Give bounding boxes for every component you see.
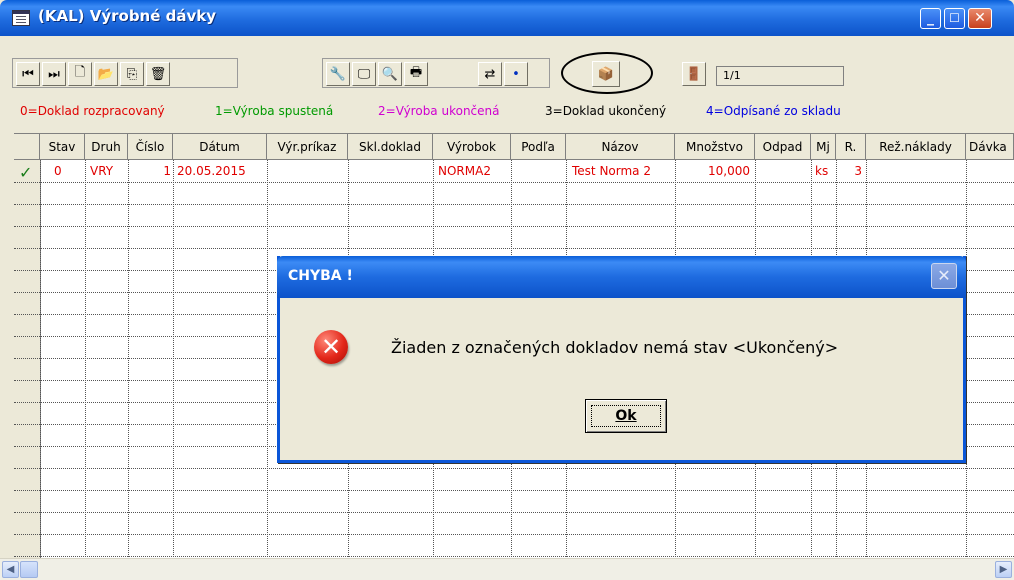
grid-hline: [14, 556, 1014, 557]
column-header[interactable]: R.: [836, 134, 866, 160]
grid-vline: [173, 160, 174, 559]
grid-vline: [267, 160, 268, 559]
first-record-button[interactable]: ⏮: [16, 62, 40, 86]
transfer-button[interactable]: ⇄: [478, 62, 502, 86]
focus-rect: [591, 405, 661, 427]
maximize-button[interactable]: ☐: [944, 8, 965, 29]
column-header[interactable]: Stav: [40, 134, 85, 160]
legend-item: 2=Výroba ukončená: [378, 104, 500, 118]
main-window: (KAL) Výrobné dávky _ ☐ ✕ ⏮ ⏭ 🗋 📂 ⎘ 🗑 🔧 …: [0, 0, 1014, 580]
column-header[interactable]: Rež.náklady: [866, 134, 966, 160]
grid-hline: [14, 204, 1014, 205]
column-header[interactable]: Výr.príkaz: [267, 134, 348, 160]
arrow-right-icon: ▶: [999, 564, 1008, 575]
box-icon: 📦: [597, 66, 615, 82]
cell-nazov: Test Norma 2: [572, 164, 651, 178]
column-header[interactable]: Mj: [811, 134, 836, 160]
cell-druh: VRY: [90, 164, 114, 178]
close-button[interactable]: ✕: [968, 8, 992, 29]
point-button[interactable]: •: [504, 62, 528, 86]
row-indicator-header: [14, 134, 40, 160]
scroll-right-button[interactable]: ▶: [995, 561, 1012, 578]
open-folder-icon: 📂: [97, 66, 115, 82]
grid-vline: [85, 160, 86, 559]
grid-hline: [14, 512, 1014, 513]
error-dialog: CHYBA ! ✕ ✕ Žiaden z označených dokladov…: [277, 256, 966, 463]
last-record-button[interactable]: ⏭: [42, 62, 66, 86]
monitor-button[interactable]: 🖵: [352, 62, 376, 86]
grid-vline: [128, 160, 129, 559]
settings-button[interactable]: 🔧: [326, 62, 350, 86]
grid-hline: [14, 182, 1014, 183]
column-header[interactable]: Množstvo: [675, 134, 755, 160]
column-header[interactable]: Výrobok: [433, 134, 511, 160]
cell-mnozstvo: 10,000: [708, 164, 750, 178]
minimize-button[interactable]: _: [920, 8, 941, 29]
close-icon: ✕: [937, 266, 951, 285]
open-folder-button[interactable]: 📂: [94, 62, 118, 86]
row-indicator-column: [14, 160, 41, 559]
printer-icon: 🖶: [409, 65, 423, 80]
blue-dot-icon: •: [512, 66, 520, 82]
transfer-icon: ⇄: [484, 66, 496, 82]
cell-r: 3: [854, 164, 862, 178]
table-app-icon: [12, 10, 30, 26]
grid-hline: [14, 468, 1014, 469]
arrow-left-icon: ◀: [6, 564, 15, 575]
dialog-titlebar[interactable]: CHYBA ! ✕: [277, 256, 966, 298]
check-icon: ✓: [19, 163, 33, 182]
ok-button[interactable]: Ok: [585, 399, 667, 433]
copy-icon: ⎘: [126, 66, 138, 82]
horizontal-scrollbar[interactable]: ◀ ▶: [0, 558, 1014, 580]
cell-mj: ks: [815, 164, 829, 178]
cell-vyrobok: NORMA2: [438, 164, 491, 178]
grid-hline: [14, 534, 1014, 535]
window-title: (KAL) Výrobné dávky: [38, 7, 217, 25]
grid-hline: [14, 226, 1014, 227]
error-icon: ✕: [314, 330, 348, 364]
legend-item: 1=Výroba spustená: [215, 104, 334, 118]
scroll-left-button[interactable]: ◀: [2, 561, 19, 578]
record-counter: 1/1: [716, 66, 844, 86]
grid-vline: [40, 160, 41, 559]
legend-item: 4=Odpísané zo skladu: [706, 104, 841, 118]
column-header[interactable]: Dátum: [173, 134, 267, 160]
column-header[interactable]: Skl.doklad: [348, 134, 433, 160]
grid-vline: [966, 160, 967, 559]
dialog-close-button[interactable]: ✕: [931, 263, 957, 289]
print-preview-icon: 🔍: [381, 66, 399, 82]
close-batch-button[interactable]: 📦: [592, 61, 620, 87]
grid-header: Stav Druh Číslo Dátum Výr.príkaz Skl.dok…: [14, 134, 1014, 160]
wrench-icon: 🔧: [329, 66, 347, 82]
column-header[interactable]: Názov: [566, 134, 675, 160]
new-document-icon: 🗋: [74, 65, 86, 80]
column-header[interactable]: Číslo: [128, 134, 173, 160]
last-record-icon: ⏭: [48, 66, 60, 82]
column-header[interactable]: Dávka: [966, 134, 1014, 160]
grid-hline: [14, 490, 1014, 491]
grid-hline: [14, 248, 1014, 249]
dialog-title: CHYBA !: [288, 268, 353, 284]
window-titlebar[interactable]: (KAL) Výrobné dávky _ ☐ ✕: [0, 0, 1014, 36]
print-preview-button[interactable]: 🔍: [378, 62, 402, 86]
cell-datum: 20.05.2015: [177, 164, 246, 178]
delete-button[interactable]: 🗑: [146, 62, 170, 86]
legend-item: 3=Doklad ukončený: [545, 104, 667, 118]
column-header[interactable]: Druh: [85, 134, 128, 160]
exit-door-icon: 🚪: [685, 66, 703, 82]
column-header[interactable]: Odpad: [755, 134, 811, 160]
new-document-button[interactable]: 🗋: [68, 62, 92, 86]
scroll-thumb[interactable]: [20, 561, 38, 578]
monitor-icon: 🖵: [357, 66, 371, 82]
cell-stav: 0: [54, 164, 62, 178]
print-button[interactable]: 🖶: [404, 62, 428, 86]
legend-item: 0=Doklad rozpracovaný: [20, 104, 165, 118]
cell-cislo: 1: [163, 164, 171, 178]
trash-icon: 🗑: [149, 66, 167, 82]
exit-button[interactable]: 🚪: [682, 62, 706, 86]
first-record-icon: ⏮: [22, 66, 34, 82]
column-header[interactable]: Podľa: [511, 134, 566, 160]
copy-button[interactable]: ⎘: [120, 62, 144, 86]
dialog-message: Žiaden z označených dokladov nemá stav <…: [391, 338, 839, 357]
